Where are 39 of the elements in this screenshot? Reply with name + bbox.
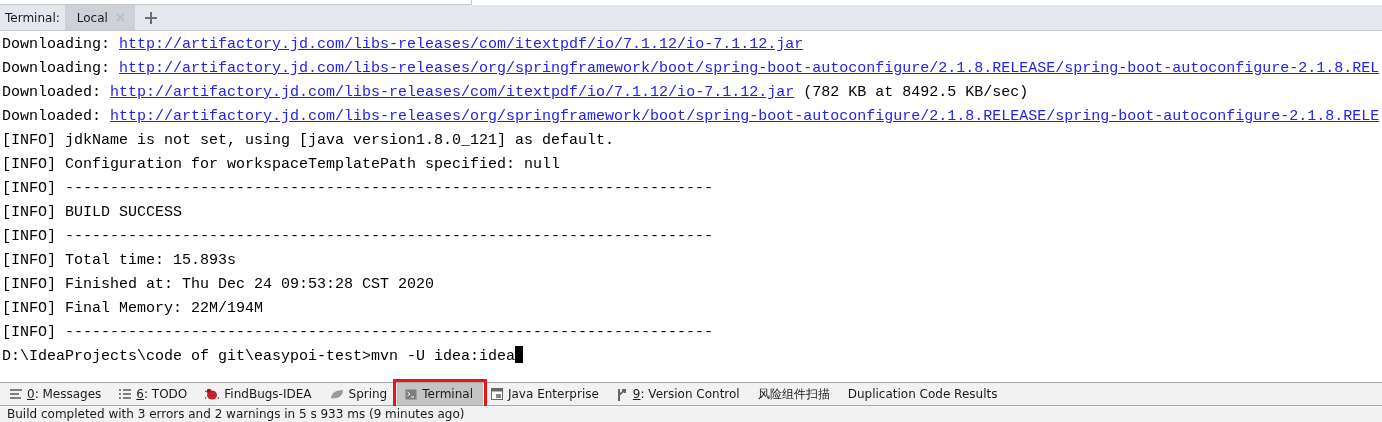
console-text: [INFO] ------------------------------------------------------------------------ — [2, 180, 714, 197]
tool-window-button[interactable]: Java Enterprise — [482, 383, 609, 405]
bug-icon — [205, 388, 220, 400]
console-text: Downloading: — [2, 36, 112, 53]
terminal-title: Terminal: — [4, 10, 61, 25]
list-icon — [119, 389, 132, 399]
console-text: [INFO] Final Memory: 22M/194M — [2, 300, 264, 317]
console-text: [INFO] Finished at: Thu Dec 24 09:53:28 CST 2020 — [2, 276, 435, 293]
add-icon[interactable] — [144, 11, 157, 24]
console-text: [INFO] jdkName is not set, using [java version1.8.0_121] as default. — [2, 132, 615, 149]
link[interactable]: http://artifactory.jd.com/libs-releases/com/itextpdf/io/7.1.12/io-7.1.12.jar — [119, 36, 804, 53]
terminal-icon — [405, 388, 418, 400]
leaf-icon — [329, 388, 344, 400]
console-text: [INFO] Total time: 15.893s — [2, 252, 237, 269]
console-text: [INFO] BUILD SUCCESS — [2, 204, 183, 221]
status-text: Build completed with 3 errors and 2 warnings in 5 s 933 ms (9 minutes ago) — [7, 407, 465, 421]
console-text: Downloading: — [2, 60, 112, 77]
console-text: [INFO] ------------------------------------------------------------------------ — [2, 228, 714, 245]
link[interactable]: http://artifactory.jd.com/libs-releases/com/itextpdf/io/7.1.12/io-7.1.12.jar — [110, 84, 795, 101]
tool-window-button[interactable]: Duplication Code Results — [839, 383, 1008, 405]
window-icon — [490, 388, 503, 400]
link[interactable]: http://artifactory.jd.com/libs-releases/org/springframework/boot/spring-boot-autoconfigure/2.1.8.RELEASE/spring-boot-autoconfigure-2.1.8.RELE — [110, 108, 1380, 125]
tab-label: Local — [76, 10, 108, 25]
terminal-tab[interactable]: Local — [64, 5, 135, 30]
link[interactable]: http://artifactory.jd.com/libs-releases/org/springframework/boot/spring-boot-autoconfigure/2.1.8.RELEASE/spring-boot-autoconfigure-2.1.8.REL — [119, 60, 1380, 77]
tool-window-button[interactable]: 6: TODO — [111, 383, 198, 405]
tool-window-button[interactable]: 9: Version Control — [608, 383, 750, 405]
console-text: Downloaded: — [2, 84, 103, 101]
command-prompt[interactable]: D:\IdeaProjects\code of git\easypoi-test>mvn -U idea:idea — [2, 348, 516, 365]
tool-window-button[interactable]: FindBugs-IDEA — [197, 383, 322, 405]
tool-window-button[interactable]: 0: Messages — [2, 383, 112, 405]
console-text: [INFO] ------------------------------------------------------------------------ — [2, 324, 714, 341]
console-text: (782 KB at 8492.5 KB/sec) — [802, 84, 1029, 101]
tool-window-button[interactable]: Spring — [321, 383, 398, 405]
console-text: [INFO] Configuration for workspaceTemplatePath specified: null — [2, 156, 561, 173]
console-text: Downloaded: — [2, 108, 103, 125]
tool-window-button[interactable]: 风险组件扫描 — [749, 383, 840, 405]
branch-icon — [616, 387, 628, 401]
lines-icon — [10, 389, 22, 399]
